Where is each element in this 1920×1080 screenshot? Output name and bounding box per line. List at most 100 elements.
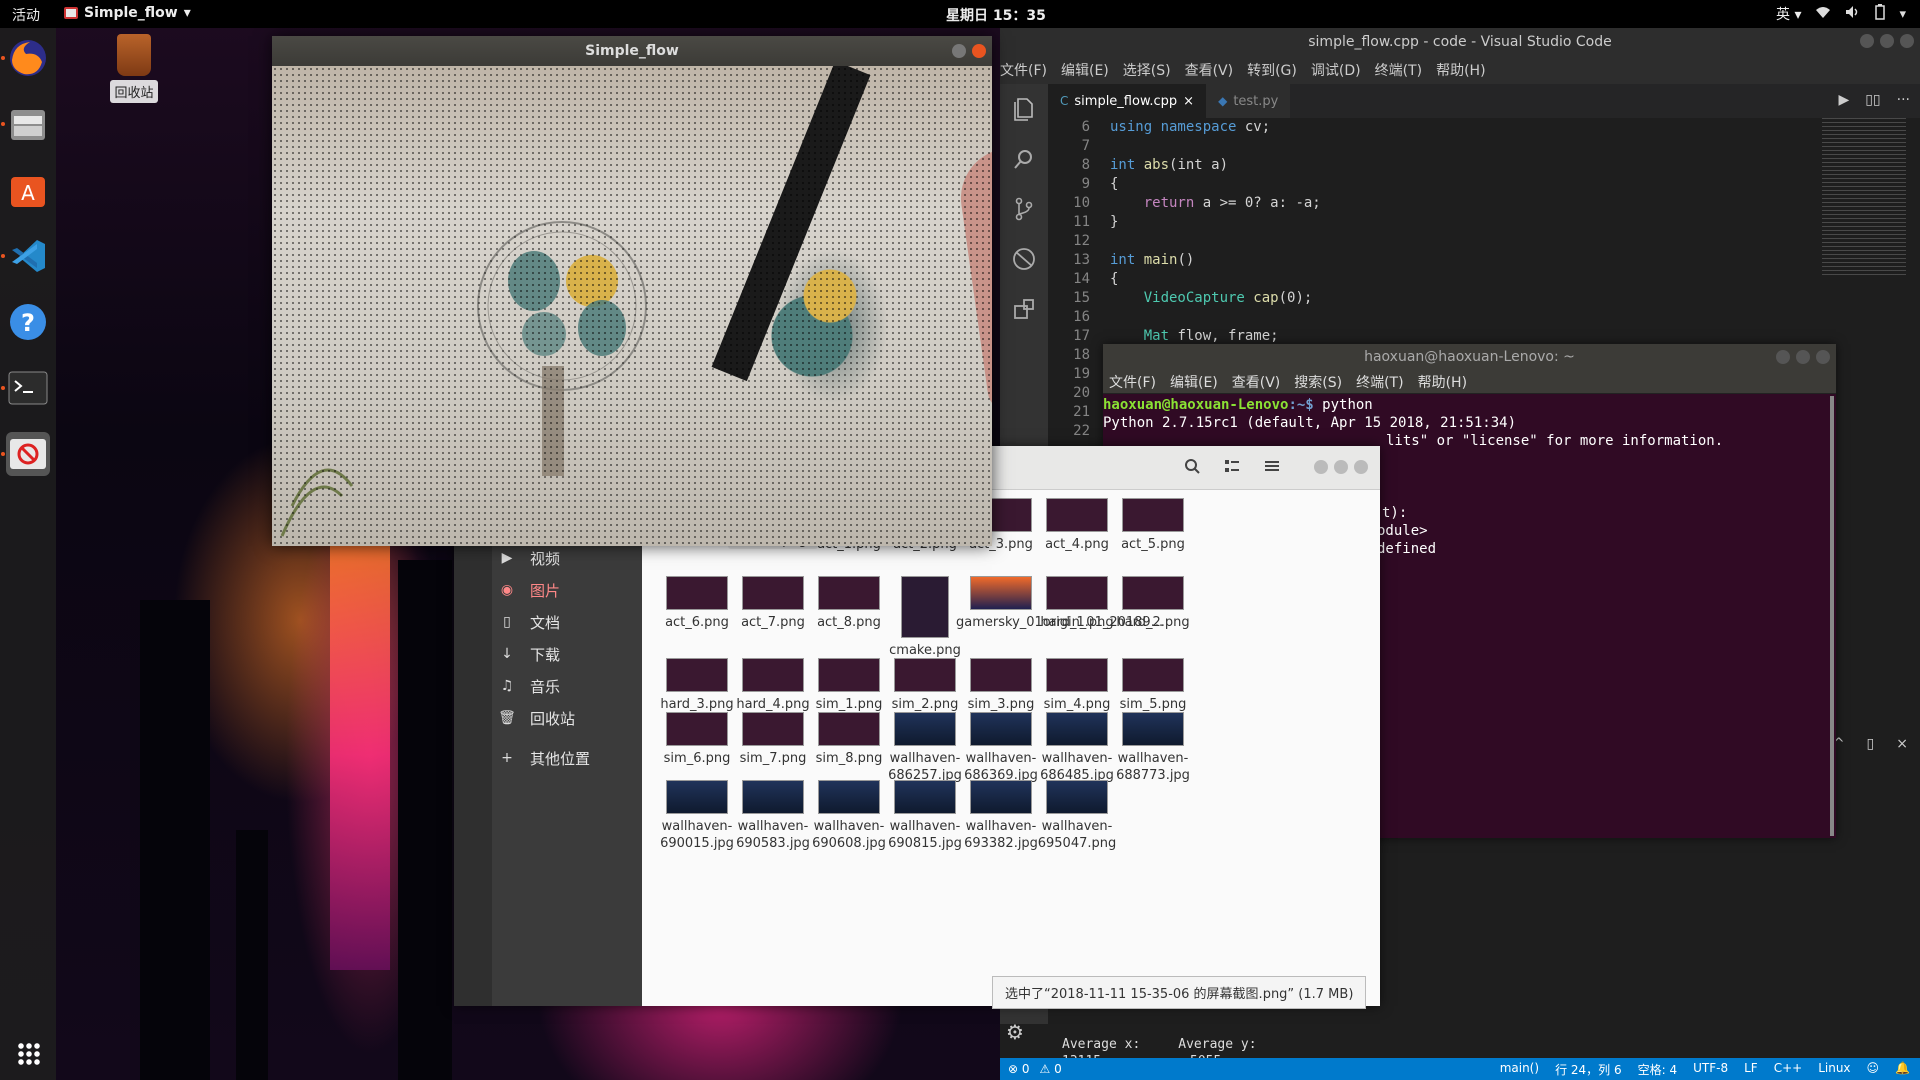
maximize-button[interactable] <box>1880 34 1894 48</box>
close-button[interactable] <box>1900 34 1914 48</box>
menu-go[interactable]: 转到(G) <box>1247 60 1297 80</box>
code-editor[interactable]: 6 using namespace cv; 7 8 int abs(int a) 9… <box>1048 118 1820 439</box>
file-item[interactable]: wallhaven-688773.jpg <box>1108 712 1198 784</box>
activities-button[interactable]: 活动 <box>12 5 40 25</box>
firefox-icon[interactable] <box>6 36 50 80</box>
optical-flow-video-frame[interactable] <box>272 66 992 546</box>
desktop-trash[interactable]: 回收站 <box>106 34 162 103</box>
sidebar-item-pictures[interactable]: ◉ 图片 <box>492 574 642 606</box>
minimize-button[interactable] <box>1776 350 1790 364</box>
system-tray[interactable]: 英 ▾ ▾ <box>1776 4 1906 24</box>
run-icon[interactable]: ▶ <box>1838 92 1849 108</box>
menu-edit[interactable]: 编辑(E) <box>1061 60 1109 80</box>
simple-flow-titlebar[interactable]: Simple_flow <box>272 36 992 66</box>
vscode-titlebar[interactable]: simple_flow.cpp - code - Visual Studio C… <box>1000 28 1920 56</box>
tab-simple-flow-cpp[interactable]: C simple_flow.cpp × <box>1048 84 1207 118</box>
sidebar-item-other-locations[interactable]: + 其他位置 <box>492 742 642 774</box>
minimap[interactable] <box>1822 118 1906 278</box>
platform-indicator[interactable]: Linux <box>1818 1061 1850 1078</box>
language-mode[interactable]: C++ <box>1774 1061 1803 1078</box>
minimize-button[interactable] <box>1314 460 1328 474</box>
current-function[interactable]: main() <box>1500 1061 1539 1078</box>
gear-icon[interactable]: ⚙ <box>1006 1020 1024 1044</box>
file-item[interactable]: hard_2.png <box>1108 576 1198 631</box>
close-button[interactable] <box>1816 350 1830 364</box>
minimize-button[interactable] <box>1860 34 1874 48</box>
image-thumbnail <box>818 712 880 746</box>
split-editor-icon[interactable]: ▯▯ <box>1865 92 1880 108</box>
split-panel-icon[interactable]: ▯ <box>1867 736 1875 752</box>
volume-icon[interactable] <box>1845 5 1861 23</box>
battery-icon[interactable] <box>1875 4 1886 24</box>
menu-terminal[interactable]: 终端(T) <box>1375 60 1422 80</box>
tab-label: simple_flow.cpp <box>1074 93 1178 109</box>
menu-terminal[interactable]: 终端(T) <box>1356 372 1403 392</box>
line-ending[interactable]: LF <box>1744 1061 1758 1078</box>
source-control-icon[interactable] <box>1000 184 1048 234</box>
view-options-icon[interactable] <box>1224 458 1240 478</box>
code-token: main <box>1135 252 1178 268</box>
sidebar-item-documents[interactable]: ▯ 文档 <box>492 606 642 638</box>
menu-debug[interactable]: 调试(D) <box>1311 60 1361 80</box>
menu-icon[interactable] <box>1264 458 1280 478</box>
maximize-button[interactable] <box>1334 460 1348 474</box>
vscode-icon[interactable] <box>6 234 50 278</box>
tab-test-py[interactable]: ◆ test.py <box>1206 84 1291 118</box>
clock[interactable]: 星期日 15：35 <box>946 5 1046 25</box>
video-scene-finger <box>954 138 992 414</box>
sidebar-item-label: 回收站 <box>530 709 576 728</box>
close-button[interactable] <box>1354 460 1368 474</box>
image-thumbnail <box>1046 780 1108 814</box>
terminal-icon[interactable] <box>6 366 50 410</box>
close-icon[interactable]: × <box>1183 94 1194 109</box>
menu-help[interactable]: 帮助(H) <box>1436 60 1485 80</box>
file-item[interactable]: sim_5.png <box>1108 658 1198 713</box>
search-icon[interactable] <box>1000 134 1048 184</box>
menu-file[interactable]: 文件(F) <box>1000 60 1047 80</box>
image-thumbnail <box>666 780 728 814</box>
notifications-icon[interactable]: 🔔 <box>1895 1061 1910 1078</box>
file-encoding[interactable]: UTF-8 <box>1693 1061 1728 1078</box>
feedback-icon[interactable]: ☺ <box>1867 1061 1880 1078</box>
menu-help[interactable]: 帮助(H) <box>1418 372 1467 392</box>
maximize-button[interactable] <box>1796 350 1810 364</box>
minimize-button[interactable] <box>952 44 966 58</box>
sidebar-item-trash[interactable]: 🗑 回收站 <box>492 702 642 734</box>
file-item[interactable]: wallhaven-695047.png <box>1032 780 1122 852</box>
software-center-icon[interactable]: A <box>6 168 50 212</box>
sidebar-item-videos[interactable]: ▶ 视频 <box>492 542 642 574</box>
cursor-position[interactable]: 行 24，列 6 <box>1555 1061 1622 1078</box>
extensions-icon[interactable] <box>1000 284 1048 334</box>
app-menu[interactable]: Simple_flow ▾ <box>64 5 191 21</box>
terminal-scrollbar[interactable] <box>1830 396 1834 836</box>
menu-search[interactable]: 搜索(S) <box>1294 372 1342 392</box>
menu-edit[interactable]: 编辑(E) <box>1170 372 1218 392</box>
menu-file[interactable]: 文件(F) <box>1109 372 1156 392</box>
wifi-icon[interactable] <box>1815 5 1831 23</box>
menu-selection[interactable]: 选择(S) <box>1123 60 1171 80</box>
power-icon[interactable]: ▾ <box>1899 7 1906 22</box>
show-applications-icon[interactable] <box>17 1042 41 1066</box>
line-number: 18 <box>1073 347 1090 363</box>
warnings-indicator[interactable]: ⚠ 0 <box>1040 1062 1062 1076</box>
terminal-titlebar[interactable]: haoxuan@haoxuan-Lenovo: ~ <box>1103 344 1836 370</box>
close-panel-icon[interactable]: × <box>1896 736 1908 752</box>
debug-icon[interactable] <box>1000 234 1048 284</box>
sidebar-item-music[interactable]: ♫ 音乐 <box>492 670 642 702</box>
close-button[interactable] <box>972 44 986 58</box>
search-icon[interactable] <box>1184 458 1200 478</box>
files-icon[interactable] <box>6 102 50 146</box>
explorer-icon[interactable] <box>1000 84 1048 134</box>
help-icon[interactable]: ? <box>6 300 50 344</box>
errors-indicator[interactable]: ⊗ 0 <box>1008 1062 1030 1076</box>
line-number: 22 <box>1073 423 1090 439</box>
simple-flow-icon[interactable] <box>6 432 50 476</box>
simple-flow-app-icon <box>64 7 78 19</box>
file-item[interactable]: act_5.png <box>1108 498 1198 553</box>
indentation[interactable]: 空格: 4 <box>1638 1061 1678 1078</box>
more-actions-icon[interactable]: ··· <box>1897 92 1910 108</box>
input-method-indicator[interactable]: 英 ▾ <box>1776 4 1801 24</box>
menu-view[interactable]: 查看(V) <box>1185 60 1234 80</box>
menu-view[interactable]: 查看(V) <box>1232 372 1281 392</box>
sidebar-item-downloads[interactable]: ↓ 下载 <box>492 638 642 670</box>
